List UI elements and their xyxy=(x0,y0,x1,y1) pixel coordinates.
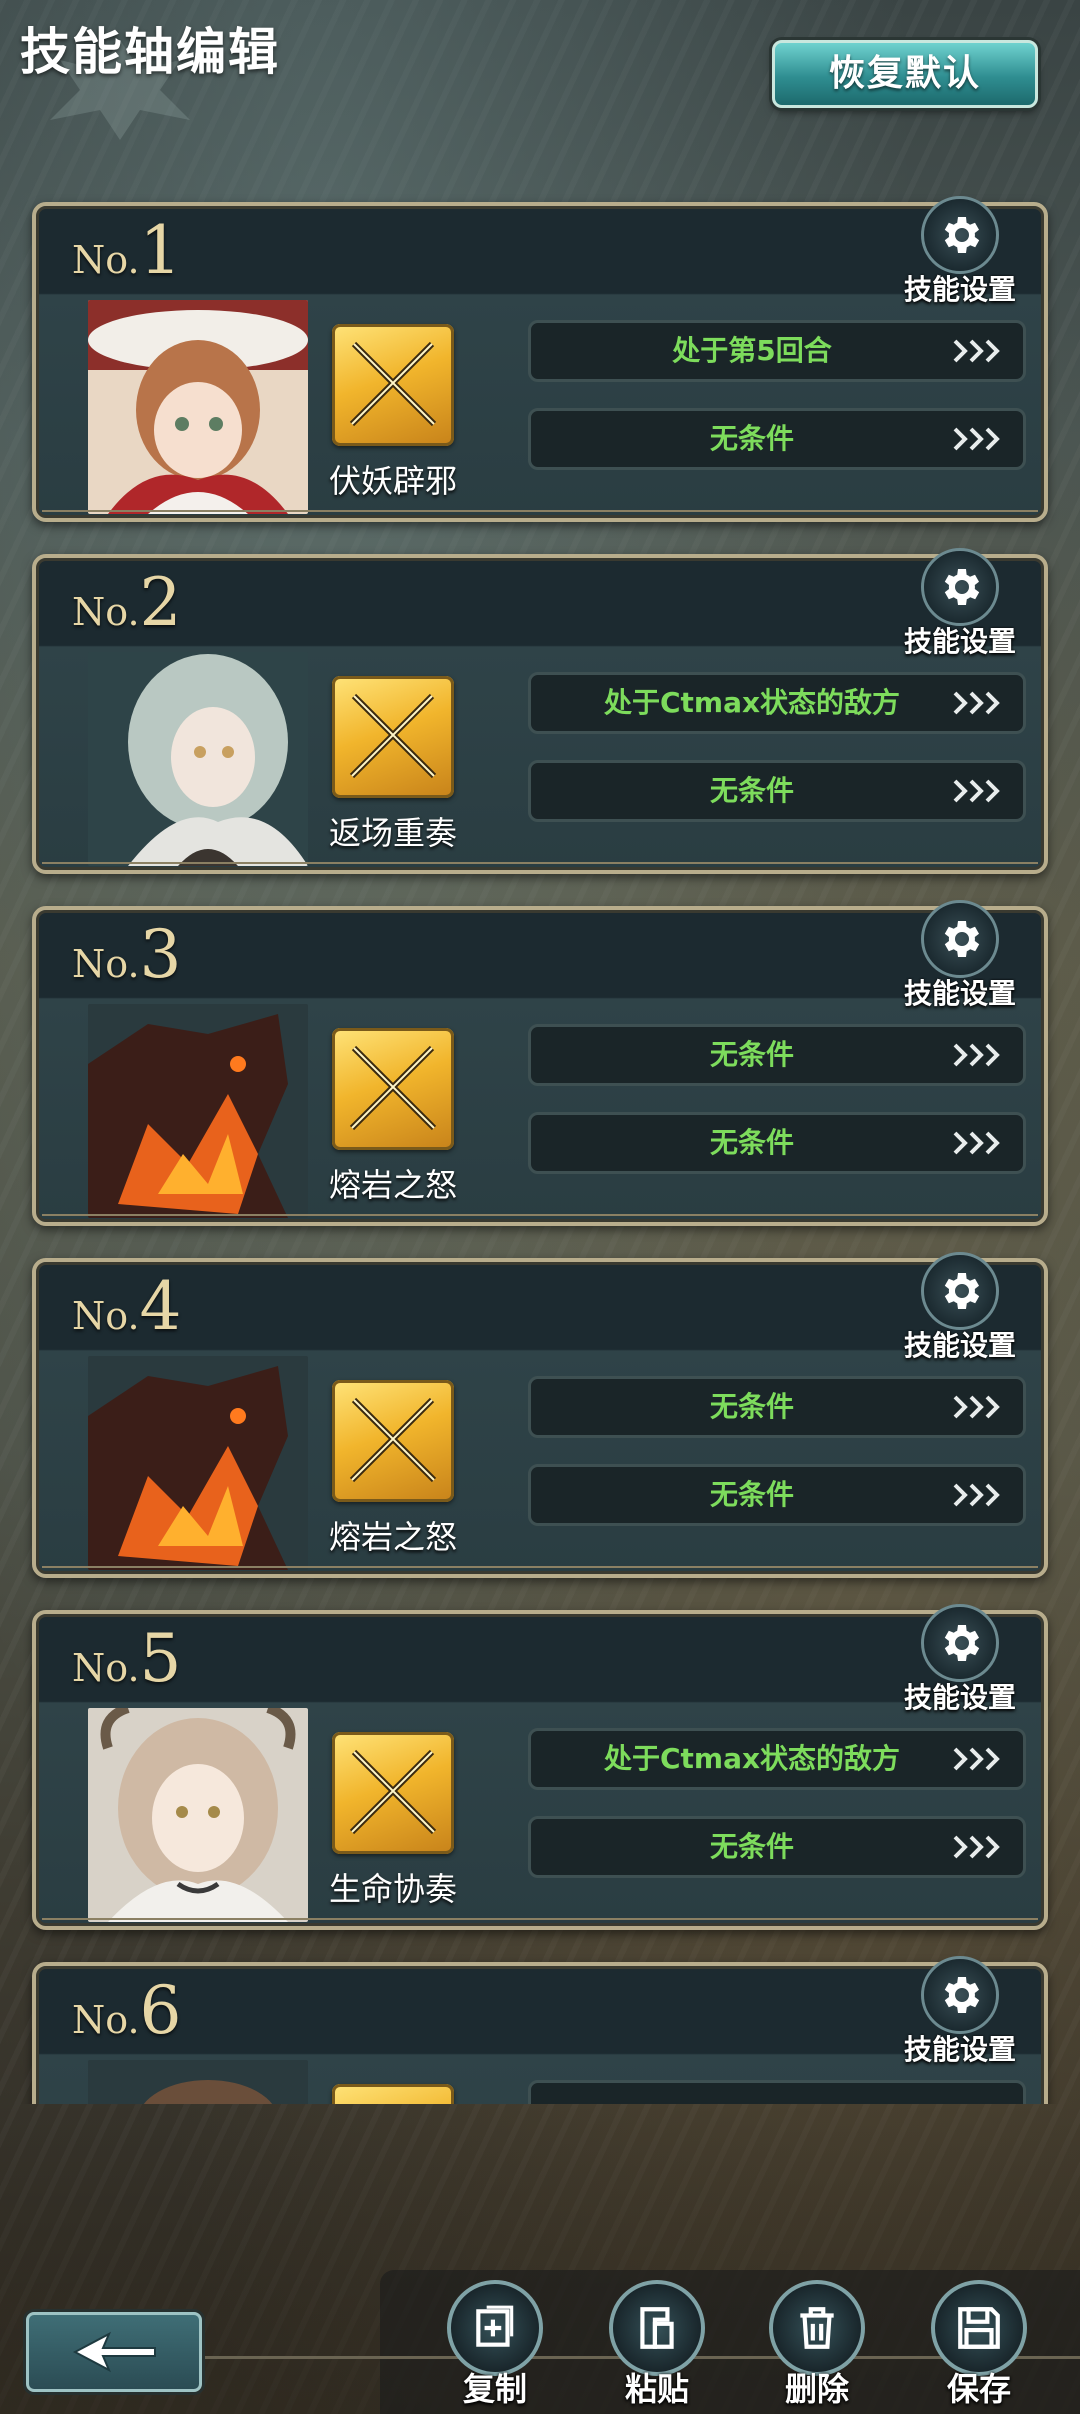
reset-default-button[interactable]: 恢复默认 xyxy=(772,40,1038,108)
gear-icon xyxy=(944,1625,980,1661)
trash-icon xyxy=(800,2307,834,2349)
triple-chevron-right-icon xyxy=(953,1835,1000,1859)
skill-list[interactable]: No.1 技能设置 伏妖辟邪 处于第5回合 无条件 No.2 技能设置 返场重奏… xyxy=(0,192,1080,2104)
condition-2-button[interactable]: 无条件 xyxy=(528,408,1026,470)
copy-button[interactable]: 复制 xyxy=(440,2280,550,2410)
paste-icon xyxy=(640,2307,674,2349)
crossed-swords-icon[interactable] xyxy=(332,2084,454,2104)
skill-settings-button[interactable]: 技能设置 xyxy=(900,196,1020,306)
page-title: 技能轴编辑 xyxy=(20,23,280,81)
skill-settings-button[interactable]: 技能设置 xyxy=(900,548,1020,658)
card-number: No.2 xyxy=(72,564,182,641)
skill-card: No.2 技能设置 返场重奏 处于Ctmax状态的敌方 无条件 xyxy=(32,548,1048,874)
condition-1-button[interactable]: 处于Ctmax状态的敌方 xyxy=(528,1728,1026,1790)
character-portrait xyxy=(88,1708,308,1922)
triple-chevron-right-icon xyxy=(953,1043,1000,1067)
condition-1-button[interactable]: 处于第5回合 xyxy=(528,320,1026,382)
creature-portrait xyxy=(88,1004,308,1218)
skill-name: 熔岩之怒 xyxy=(328,1166,457,1204)
back-arrow-icon xyxy=(72,2331,156,2373)
skill-card: No.5 技能设置 生命协奏 处于Ctmax状态的敌方 无条件 xyxy=(32,1604,1048,1930)
crossed-swords-icon[interactable] xyxy=(332,676,454,798)
skill-card: No.4 技能设置 熔岩之怒 无条件 无条件 xyxy=(32,1252,1048,1578)
skill-name: 伏妖辟邪 xyxy=(328,462,457,500)
character-portrait xyxy=(88,2060,308,2104)
skill-settings-button[interactable]: 技能设置 xyxy=(900,900,1020,1010)
triple-chevron-right-icon xyxy=(953,1747,1000,1771)
floppy-disk-icon xyxy=(958,2307,1000,2349)
card-number: No.1 xyxy=(72,212,182,289)
card-number: No.4 xyxy=(72,1268,182,1345)
condition-1-button[interactable]: 处于Ctmax状态的敌方 xyxy=(528,672,1026,734)
crossed-swords-icon[interactable] xyxy=(332,1380,454,1502)
triple-chevron-right-icon xyxy=(953,779,1000,803)
copy-icon xyxy=(476,2305,514,2347)
card-number: No.5 xyxy=(72,1620,182,1697)
skill-card: No.3 技能设置 熔岩之怒 无条件 无条件 xyxy=(32,900,1048,1226)
crossed-swords-icon[interactable] xyxy=(332,1732,454,1854)
card-number: No.6 xyxy=(72,1972,182,2049)
skill-card: No.6 技能设置 xyxy=(32,1956,1048,2104)
crossed-swords-icon[interactable] xyxy=(332,1028,454,1150)
triple-chevron-right-icon xyxy=(953,339,1000,363)
skill-settings-button[interactable]: 技能设置 xyxy=(900,1604,1020,1714)
gear-icon xyxy=(944,217,980,253)
triple-chevron-right-icon xyxy=(953,1395,1000,1419)
condition-1-button[interactable]: 无条件 xyxy=(528,1376,1026,1438)
triple-chevron-right-icon xyxy=(953,427,1000,451)
character-portrait xyxy=(88,652,308,866)
condition-1-button[interactable]: 无条件 xyxy=(528,1024,1026,1086)
gear-icon xyxy=(944,1977,980,2013)
triple-chevron-right-icon xyxy=(953,1483,1000,1507)
condition-1-button[interactable] xyxy=(528,2080,1026,2104)
save-button[interactable]: 保存 xyxy=(924,2280,1034,2410)
back-button[interactable] xyxy=(26,2312,202,2392)
skill-card: No.1 技能设置 伏妖辟邪 处于第5回合 无条件 xyxy=(32,196,1048,522)
creature-portrait xyxy=(88,1356,308,1570)
character-portrait xyxy=(88,300,308,514)
skill-settings-button[interactable]: 技能设置 xyxy=(900,1252,1020,1362)
condition-2-button[interactable]: 无条件 xyxy=(528,1464,1026,1526)
condition-2-button[interactable]: 无条件 xyxy=(528,1816,1026,1878)
skill-name: 返场重奏 xyxy=(328,814,457,852)
skill-settings-button[interactable]: 技能设置 xyxy=(900,1956,1020,2066)
condition-2-button[interactable]: 无条件 xyxy=(528,1112,1026,1174)
triple-chevron-right-icon xyxy=(953,691,1000,715)
condition-2-button[interactable]: 无条件 xyxy=(528,760,1026,822)
crossed-swords-icon[interactable] xyxy=(332,324,454,446)
gear-icon xyxy=(944,921,980,957)
paste-button[interactable]: 粘贴 xyxy=(602,2280,712,2410)
gear-icon xyxy=(944,569,980,605)
skill-name: 熔岩之怒 xyxy=(328,1518,457,1556)
skill-name: 生命协奏 xyxy=(328,1870,457,1908)
card-number: No.3 xyxy=(72,916,182,993)
gear-icon xyxy=(944,1273,980,1309)
delete-button[interactable]: 删除 xyxy=(762,2280,872,2410)
triple-chevron-right-icon xyxy=(953,1131,1000,1155)
